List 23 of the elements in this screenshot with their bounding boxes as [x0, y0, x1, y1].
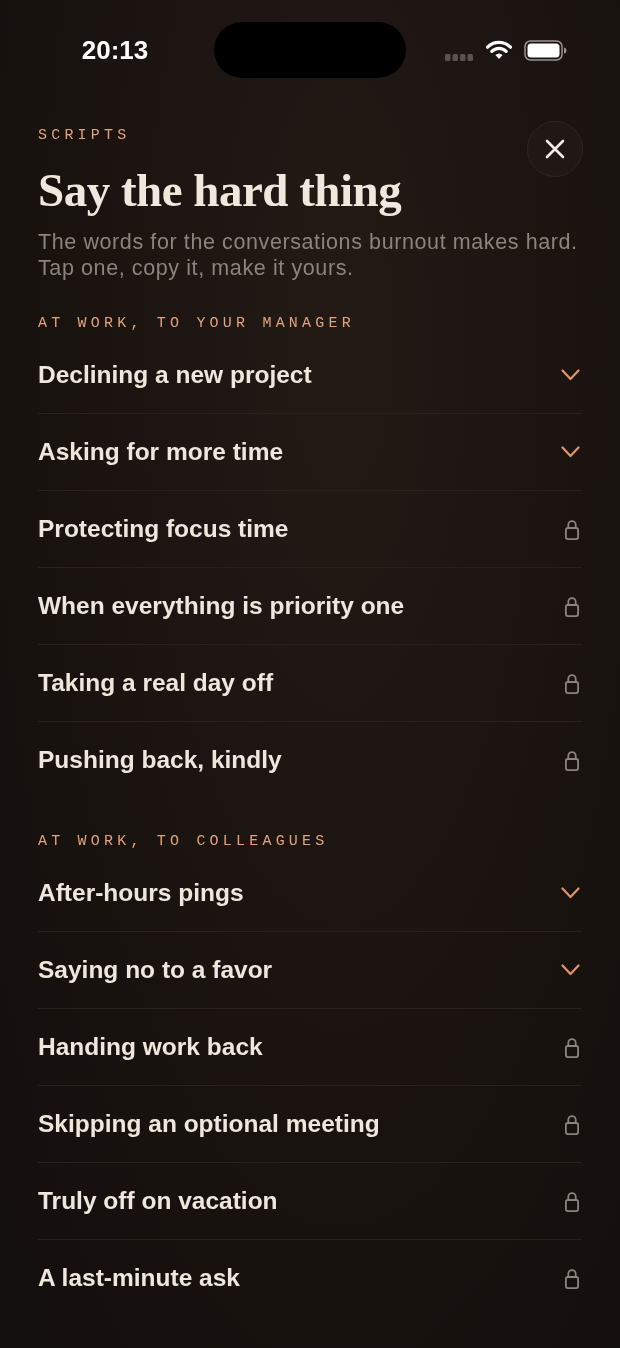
wifi-icon [486, 40, 512, 60]
script-item[interactable]: Declining a new project [38, 337, 582, 414]
script-item[interactable]: When everything is priority one [38, 568, 582, 645]
script-item[interactable]: Saying no to a favor [38, 932, 582, 1009]
script-item[interactable]: Taking a real day off [38, 645, 582, 722]
close-icon [545, 139, 565, 159]
script-item[interactable]: Protecting focus time [38, 491, 582, 568]
script-item[interactable]: Pushing back, kindly [38, 722, 582, 799]
close-button[interactable] [527, 121, 583, 177]
script-item[interactable]: Truly off on vacation [38, 1163, 582, 1240]
page-title: Say the hard thing [38, 164, 402, 216]
section-heading: AT WORK, TO YOUR MANAGER [38, 314, 356, 334]
script-item[interactable]: Handing work back [38, 1009, 582, 1086]
page-subtitle: The words for the conversations burnout makes hard. Tap one, copy it, make it yours. [38, 229, 579, 281]
script-item[interactable]: After-hours pings [38, 855, 582, 932]
status-time: 20:13 [81, 35, 149, 65]
script-item[interactable]: Asking for more time [38, 414, 582, 491]
section-eyebrow: SCRIPTS [38, 126, 132, 146]
section-heading: AT WORK, TO COLLEAGUES [38, 832, 330, 852]
script-item[interactable]: A last-minute ask [38, 1240, 582, 1317]
signal-icon [445, 53, 473, 61]
battery-icon [524, 39, 567, 61]
script-item[interactable]: Skipping an optional meeting [38, 1086, 582, 1163]
